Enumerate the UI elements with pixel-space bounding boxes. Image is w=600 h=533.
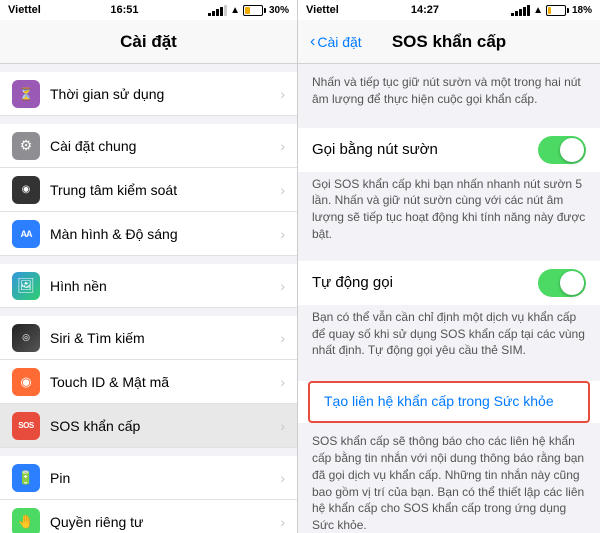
settings-item-thoi-gian[interactable]: ⏳ Thời gian sử dụng ›: [0, 72, 297, 116]
touchid-label: Touch ID & Mật mã: [50, 374, 280, 390]
battery-right: [546, 5, 569, 16]
chevron-icon: ›: [280, 470, 285, 486]
tu-dong-desc: Bạn có thể vẫn cần chỉ định một dịch vụ …: [298, 305, 600, 377]
tao-lien-he-description: SOS khẩn cấp sẽ thông báo cho các liên h…: [312, 433, 586, 533]
chevron-icon: ›: [280, 418, 285, 434]
sos-label: SOS khẩn cấp: [50, 418, 280, 434]
goi-bang-description: Gọi SOS khẩn cấp khi bạn nhấn nhanh nút …: [312, 176, 586, 243]
settings-item-siri[interactable]: ◎ Siri & Tìm kiếm ›: [0, 316, 297, 360]
right-panel: Viettel 14:27 ▲ 18% ‹ Cài đặt: [297, 0, 600, 533]
touchid-icon: ◉: [12, 368, 40, 396]
tao-lien-he-link[interactable]: Tạo liên hệ khẩn cấp trong Sức khỏe: [324, 393, 554, 409]
left-panel: Viettel 16:51 ▲ 30% Cài đặt: [0, 0, 297, 533]
carrier-left: Viettel: [8, 4, 41, 16]
status-bar-right: Viettel 14:27 ▲ 18%: [298, 0, 600, 20]
thoi-gian-icon: ⏳: [12, 80, 40, 108]
pin-icon: 🔋: [12, 464, 40, 492]
chevron-icon: ›: [280, 374, 285, 390]
chevron-icon: ›: [280, 182, 285, 198]
goi-bang-nut-suon-toggle[interactable]: [538, 136, 586, 164]
battery-pct-left: 30%: [269, 5, 289, 16]
cai-dat-chung-label: Cài đặt chung: [50, 138, 280, 154]
tao-lien-he-desc-block: SOS khẩn cấp sẽ thông báo cho các liên h…: [298, 427, 600, 533]
chevron-icon: ›: [280, 226, 285, 242]
siri-label: Siri & Tìm kiếm: [50, 330, 280, 346]
right-nav-title: SOS khẩn cấp: [392, 32, 506, 52]
tao-lien-he-link-row[interactable]: Tạo liên hệ khẩn cấp trong Sức khỏe: [308, 381, 590, 423]
time-right: 14:27: [411, 4, 439, 16]
battery-pct-right: 18%: [572, 5, 592, 16]
settings-item-quyen-rieng[interactable]: 🤚 Quyền riêng tư ›: [0, 500, 297, 533]
quyen-rieng-label: Quyền riêng tư: [50, 514, 280, 530]
intro-section: Nhấn và tiếp tục giữ nút sườn và một tro…: [298, 64, 600, 128]
tu-dong-goi-toggle[interactable]: [538, 269, 586, 297]
tu-dong-goi-label: Tự động gọi: [312, 274, 393, 291]
back-label: Cài đặt: [317, 34, 361, 50]
settings-list[interactable]: ⏳ Thời gian sử dụng › ⚙ Cài đặt chung › …: [0, 64, 297, 533]
wifi-icon-right: ▲: [533, 5, 543, 16]
intro-description: Nhấn và tiếp tục giữ nút sườn và một tro…: [312, 74, 586, 108]
chevron-icon: ›: [280, 278, 285, 294]
tu-dong-description: Bạn có thể vẫn cần chỉ định một dịch vụ …: [312, 309, 586, 359]
status-icons-left: ▲ 30%: [208, 5, 289, 16]
settings-item-sos[interactable]: SOS SOS khẩn cấp ›: [0, 404, 297, 448]
settings-item-man-hinh[interactable]: AA Màn hình & Độ sáng ›: [0, 212, 297, 256]
tu-dong-goi-row[interactable]: Tự động gọi: [312, 261, 586, 305]
settings-item-trung-tam[interactable]: ◉ Trung tâm kiểm soát ›: [0, 168, 297, 212]
settings-item-cai-dat-chung[interactable]: ⚙ Cài đặt chung ›: [0, 124, 297, 168]
status-icons-right: ▲ 18%: [511, 5, 592, 16]
chevron-icon: ›: [280, 514, 285, 530]
cai-dat-chung-icon: ⚙: [12, 132, 40, 160]
siri-icon: ◎: [12, 324, 40, 352]
man-hinh-label: Màn hình & Độ sáng: [50, 226, 280, 242]
nav-bar-left: Cài đặt: [0, 20, 297, 64]
time-left: 16:51: [110, 4, 138, 16]
chevron-icon: ›: [280, 330, 285, 346]
trung-tam-icon: ◉: [12, 176, 40, 204]
left-nav-title: Cài đặt: [120, 32, 177, 52]
goi-bang-desc: Gọi SOS khẩn cấp khi bạn nhấn nhanh nút …: [298, 172, 600, 261]
right-content: Nhấn và tiếp tục giữ nút sườn và một tro…: [298, 64, 600, 533]
thoi-gian-label: Thời gian sử dụng: [50, 86, 280, 102]
wifi-icon: ▲: [230, 5, 240, 16]
back-chevron-icon: ‹: [310, 33, 315, 51]
hinh-nen-icon: 🖼: [12, 272, 40, 300]
tu-dong-goi-section: Tự động gọi: [298, 261, 600, 305]
settings-item-pin[interactable]: 🔋 Pin ›: [0, 456, 297, 500]
settings-item-hinh-nen[interactable]: 🖼 Hình nền ›: [0, 264, 297, 308]
goi-bang-nut-suon-section: Gọi bằng nút sườn: [298, 128, 600, 172]
settings-item-touchid[interactable]: ◉ Touch ID & Mật mã ›: [0, 360, 297, 404]
chevron-icon: ›: [280, 138, 285, 154]
goi-bang-nut-suon-row[interactable]: Gọi bằng nút sườn: [312, 128, 586, 172]
signal-icon-right: [511, 5, 530, 16]
sos-icon: SOS: [12, 412, 40, 440]
battery-left: [243, 5, 266, 16]
tao-lien-he-section: Tạo liên hệ khẩn cấp trong Sức khỏe: [298, 381, 600, 423]
quyen-rieng-icon: 🤚: [12, 508, 40, 533]
chevron-icon: ›: [280, 86, 285, 102]
pin-label: Pin: [50, 470, 280, 486]
hinh-nen-label: Hình nền: [50, 278, 280, 294]
nav-bar-right: ‹ Cài đặt SOS khẩn cấp: [298, 20, 600, 64]
back-button[interactable]: ‹ Cài đặt: [310, 33, 362, 51]
man-hinh-icon: AA: [12, 220, 40, 248]
goi-bang-nut-suon-label: Gọi bằng nút sườn: [312, 141, 438, 158]
carrier-right: Viettel: [306, 4, 339, 16]
status-bar-left: Viettel 16:51 ▲ 30%: [0, 0, 297, 20]
trung-tam-label: Trung tâm kiểm soát: [50, 182, 280, 198]
signal-icon: [208, 5, 227, 16]
